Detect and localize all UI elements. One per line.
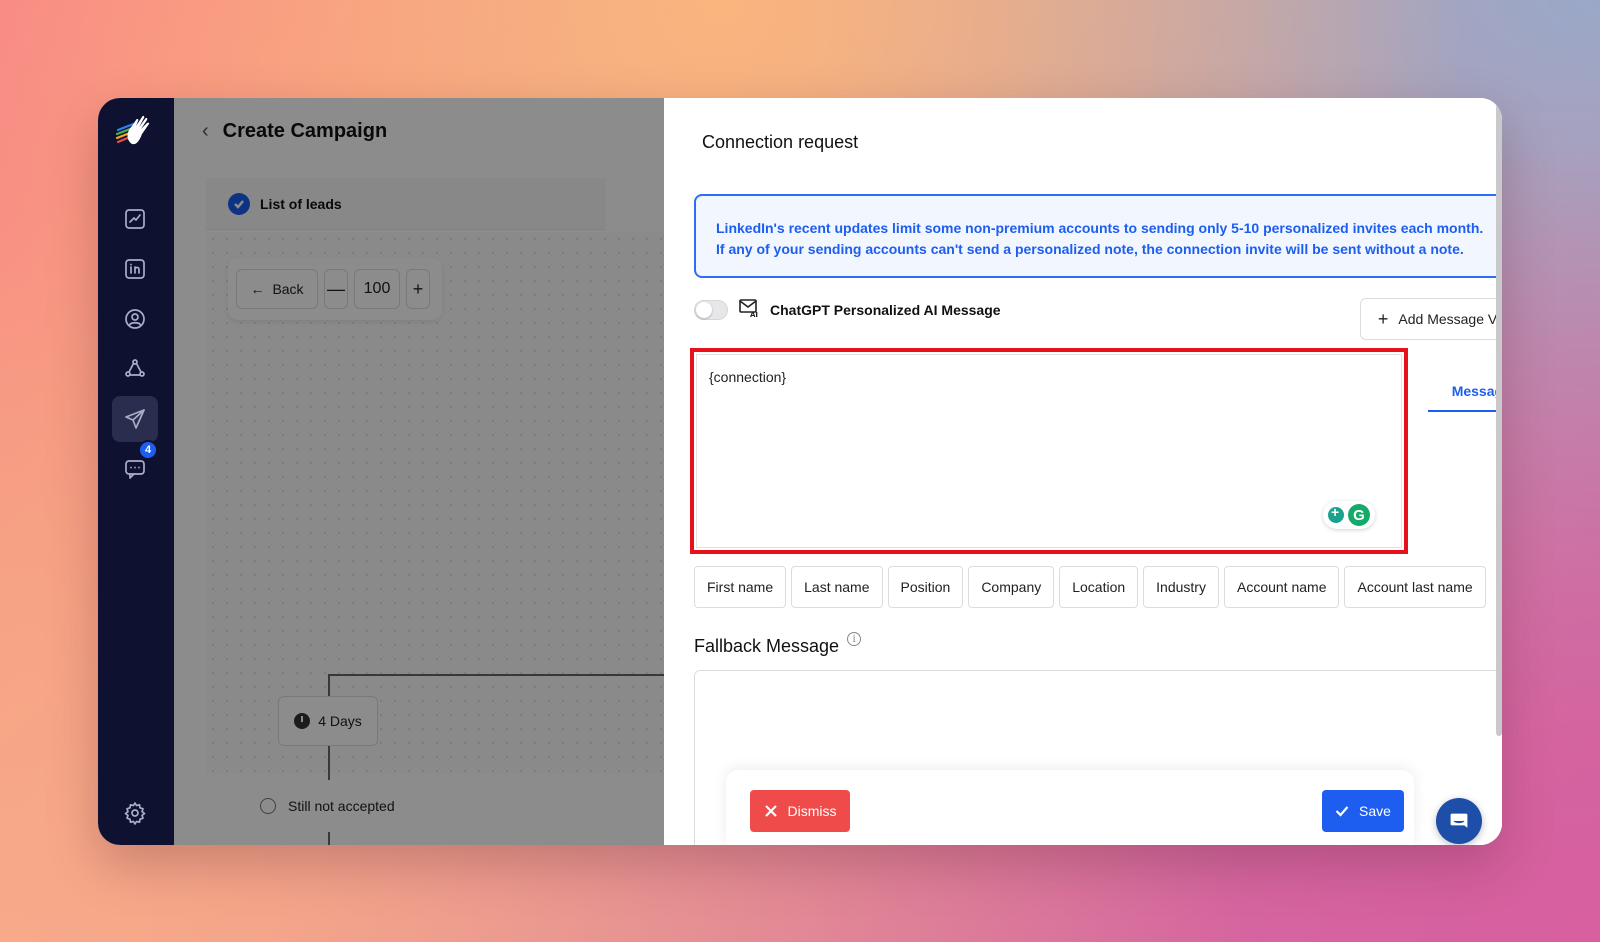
dismiss-label: Dismiss [787, 803, 837, 819]
linkedin-limit-notice: LinkedIn's recent updates limit some non… [694, 194, 1502, 278]
linkedin-icon [125, 259, 145, 279]
modal-scrollbar[interactable] [1496, 104, 1502, 736]
variable-chip-position[interactable]: Position [887, 566, 964, 608]
app-window: 4 ‹ Create Campaign List of leads ← Back… [98, 98, 1502, 845]
chat-bubble-icon [1449, 812, 1469, 831]
fallback-section-title: Fallback Message i [694, 632, 862, 657]
variable-chips: First name Last name Position Company Lo… [694, 566, 1486, 608]
connection-request-modal: Connection request LinkedIn's recent upd… [664, 98, 1502, 845]
modal-title: Connection request [702, 132, 859, 152]
sidebar-item-network[interactable] [112, 346, 158, 392]
variable-chip-location[interactable]: Location [1059, 566, 1139, 608]
close-icon [764, 805, 777, 817]
message-text: {connection} [709, 369, 787, 385]
message-textarea[interactable]: {connection} G [696, 354, 1402, 548]
variable-chip-account-last-name[interactable]: Account last name [1344, 566, 1486, 608]
save-button[interactable]: Save [1322, 790, 1404, 832]
fallback-title: Fallback Message [694, 636, 840, 656]
send-icon [125, 409, 145, 429]
variable-chip-first-name[interactable]: First name [694, 566, 787, 608]
sidebar-item-messages[interactable]: 4 [112, 440, 158, 492]
add-variation-label: Add Message Variation [1398, 311, 1502, 327]
sidebar-item-settings[interactable] [112, 790, 158, 836]
ai-mail-icon: AI [738, 296, 760, 323]
dismiss-button[interactable]: Dismiss [750, 790, 850, 832]
chart-icon [125, 209, 145, 229]
sidebar-item-analytics[interactable] [112, 196, 158, 242]
variable-chip-account-name[interactable]: Account name [1223, 566, 1340, 608]
messages-badge: 4 [138, 440, 158, 460]
check-icon [1335, 806, 1349, 817]
tab-message-a[interactable]: Message A [1428, 372, 1502, 412]
ai-message-toggle[interactable] [694, 299, 728, 320]
sidebar-item-campaigns[interactable] [112, 396, 158, 442]
modal-overlay[interactable] [174, 98, 664, 845]
network-icon [125, 359, 145, 377]
support-chat-button[interactable] [1436, 798, 1482, 844]
user-circle-icon [125, 309, 145, 329]
gear-icon [124, 802, 146, 825]
grammarly-suggestion-icon [1328, 504, 1344, 523]
app-logo[interactable] [112, 112, 158, 152]
chat-icon [125, 460, 145, 479]
grammarly-icon: G [1348, 504, 1370, 526]
info-icon[interactable]: i [847, 632, 862, 646]
ai-message-label: ChatGPT Personalized AI Message [770, 301, 1001, 318]
sidebar-item-linkedin[interactable] [112, 246, 158, 292]
save-label: Save [1359, 803, 1391, 819]
sidebar: 4 [98, 98, 174, 845]
add-message-variation-button[interactable]: + Add Message Variation [1360, 298, 1502, 340]
ai-message-row: AI ChatGPT Personalized AI Message [694, 296, 1001, 323]
plus-icon: + [1377, 308, 1389, 329]
variable-chip-last-name[interactable]: Last name [791, 566, 883, 608]
sidebar-item-profile[interactable] [112, 296, 158, 342]
modal-action-bar: Dismiss Save [726, 770, 1414, 845]
notice-line: LinkedIn's recent updates limit some non… [716, 220, 1484, 236]
variable-chip-industry[interactable]: Industry [1143, 566, 1219, 608]
notice-line: If any of your sending accounts can't se… [716, 241, 1464, 257]
svg-text:AI: AI [750, 311, 758, 318]
grammarly-widget[interactable]: G [1323, 501, 1375, 529]
variable-chip-company[interactable]: Company [968, 566, 1055, 608]
